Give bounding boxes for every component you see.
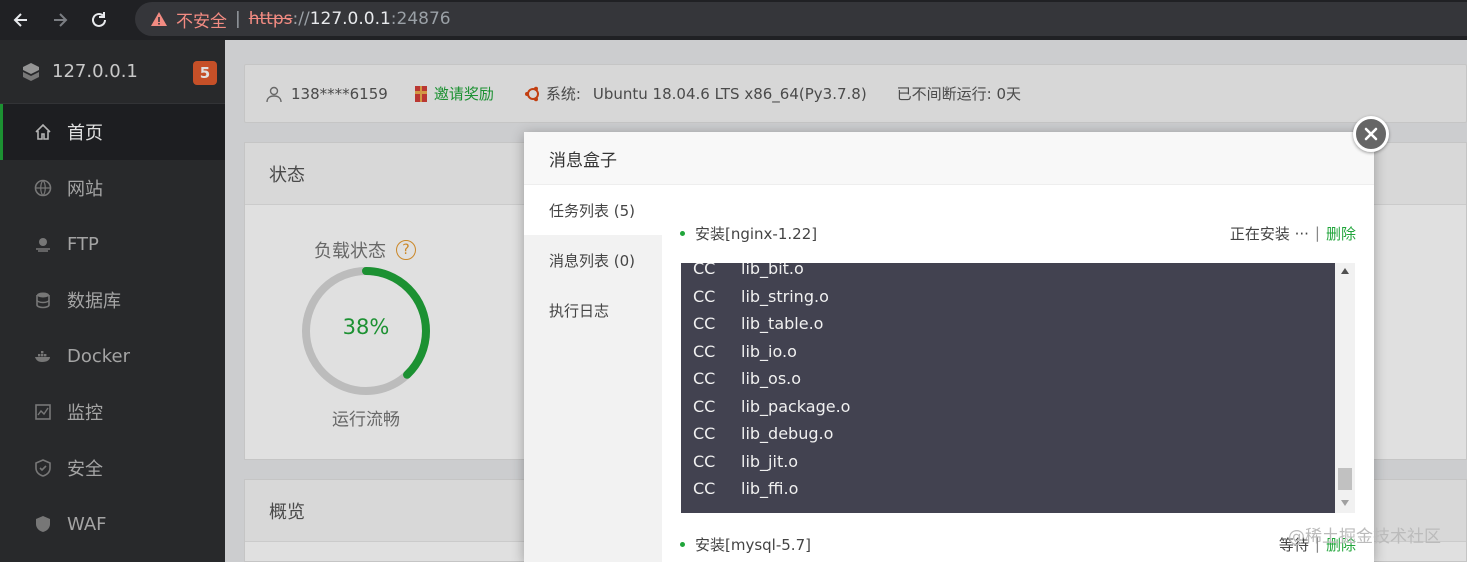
warning-icon xyxy=(151,12,167,26)
log-file: lib_table.o xyxy=(741,314,824,334)
task-list-content: 安装[nginx-1.22] 正在安装 ··· | 删除 CC lib_bit.o… xyxy=(662,185,1374,562)
log-line: CC lib_table.o xyxy=(681,310,1335,338)
log-file: lib_jit.o xyxy=(741,451,799,471)
log-line: CC lib_io.o xyxy=(681,338,1335,366)
delete-task-link[interactable]: 删除 xyxy=(1326,223,1356,244)
log-line: CC lib_package.o xyxy=(681,393,1335,421)
log-file: lib_os.o xyxy=(741,369,802,389)
log-command: CC xyxy=(693,479,716,499)
log-command: CC xyxy=(693,369,716,389)
address-separator: | xyxy=(235,9,241,29)
log-line: CC lib_ffi.o xyxy=(681,475,1335,503)
chevron-down-icon xyxy=(1341,500,1349,506)
log-line: CC lib_bit.o xyxy=(681,263,1335,283)
browser-toolbar: 不安全 | https://127.0.0.1:24876 xyxy=(0,0,1467,40)
log-line: CC lib_jit.o xyxy=(681,448,1335,476)
log-lines: CC lib_bit.o CC lib_string.o CC lib_table.o CC… xyxy=(681,263,1335,503)
status-dot xyxy=(680,230,685,236)
task-state: 正在安装 ··· xyxy=(1229,224,1309,243)
log-command: CC xyxy=(693,451,716,471)
log-command: CC xyxy=(693,424,716,444)
log-line: CC lib_debug.o xyxy=(681,420,1335,448)
reload-icon xyxy=(92,12,106,27)
url-host: 127.0.0.1 xyxy=(309,9,391,29)
log-command: CC xyxy=(693,341,716,361)
watermark: @稀土掘金技术社区 xyxy=(1288,527,1441,547)
scroll-down-arrow[interactable] xyxy=(1335,495,1355,511)
message-box-modal: 消息盒子 任务列表 (5) 消息列表 (0) 执行日志 安装[nginx-1.2… xyxy=(524,132,1374,562)
log-file: lib_ffi.o xyxy=(741,479,799,499)
modal-tab-list: 任务列表 (5) 消息列表 (0) 执行日志 xyxy=(524,185,662,562)
back-button[interactable] xyxy=(3,2,39,38)
task-item: 安装[nginx-1.22] 正在安装 ··· | 删除 xyxy=(680,221,1356,245)
log-command: CC xyxy=(693,286,716,306)
log-file: lib_io.o xyxy=(741,341,797,361)
task-separator: | xyxy=(1314,224,1320,242)
task-name: 安装[nginx-1.22] xyxy=(695,224,818,243)
tab-task-list[interactable]: 任务列表 (5) xyxy=(524,185,662,235)
arrow-right-icon xyxy=(54,13,68,27)
install-log-console[interactable]: CC lib_bit.o CC lib_string.o CC lib_table.o CC… xyxy=(681,263,1335,513)
close-icon xyxy=(1364,127,1378,141)
log-line: CC lib_string.o xyxy=(681,283,1335,311)
log-command: CC xyxy=(693,263,716,279)
task-name: 安装[mysql-5.7] xyxy=(695,535,811,554)
log-file: lib_package.o xyxy=(741,396,851,416)
chevron-up-icon xyxy=(1341,268,1349,274)
address-bar[interactable]: 不安全 | https://127.0.0.1:24876 xyxy=(135,2,1467,36)
scrollbar-thumb[interactable] xyxy=(1338,468,1352,490)
security-label: 不安全 xyxy=(176,11,227,32)
log-line: CC lib_os.o xyxy=(681,365,1335,393)
log-command: CC xyxy=(693,396,716,416)
scroll-up-arrow[interactable] xyxy=(1335,263,1355,279)
task-item: 安装[mysql-5.7] 等待 | 删除 xyxy=(680,532,1356,556)
log-command: CC xyxy=(693,314,716,334)
log-file: lib_string.o xyxy=(741,286,829,306)
modal-close-button[interactable] xyxy=(1353,116,1389,152)
modal-title: 消息盒子 xyxy=(524,132,1374,185)
tab-execution-log[interactable]: 执行日志 xyxy=(524,285,662,335)
tab-message-list[interactable]: 消息列表 (0) xyxy=(524,235,662,285)
status-dot xyxy=(680,541,685,547)
url-scheme-separator: :// xyxy=(292,9,310,29)
url-port: :24876 xyxy=(390,9,451,29)
url-scheme: https xyxy=(248,9,293,29)
arrow-left-icon xyxy=(13,13,27,27)
log-file: lib_bit.o xyxy=(741,263,804,279)
reload-button[interactable] xyxy=(81,2,117,38)
forward-button[interactable] xyxy=(42,2,78,38)
log-file: lib_debug.o xyxy=(741,424,834,444)
console-scrollbar[interactable] xyxy=(1335,263,1355,513)
